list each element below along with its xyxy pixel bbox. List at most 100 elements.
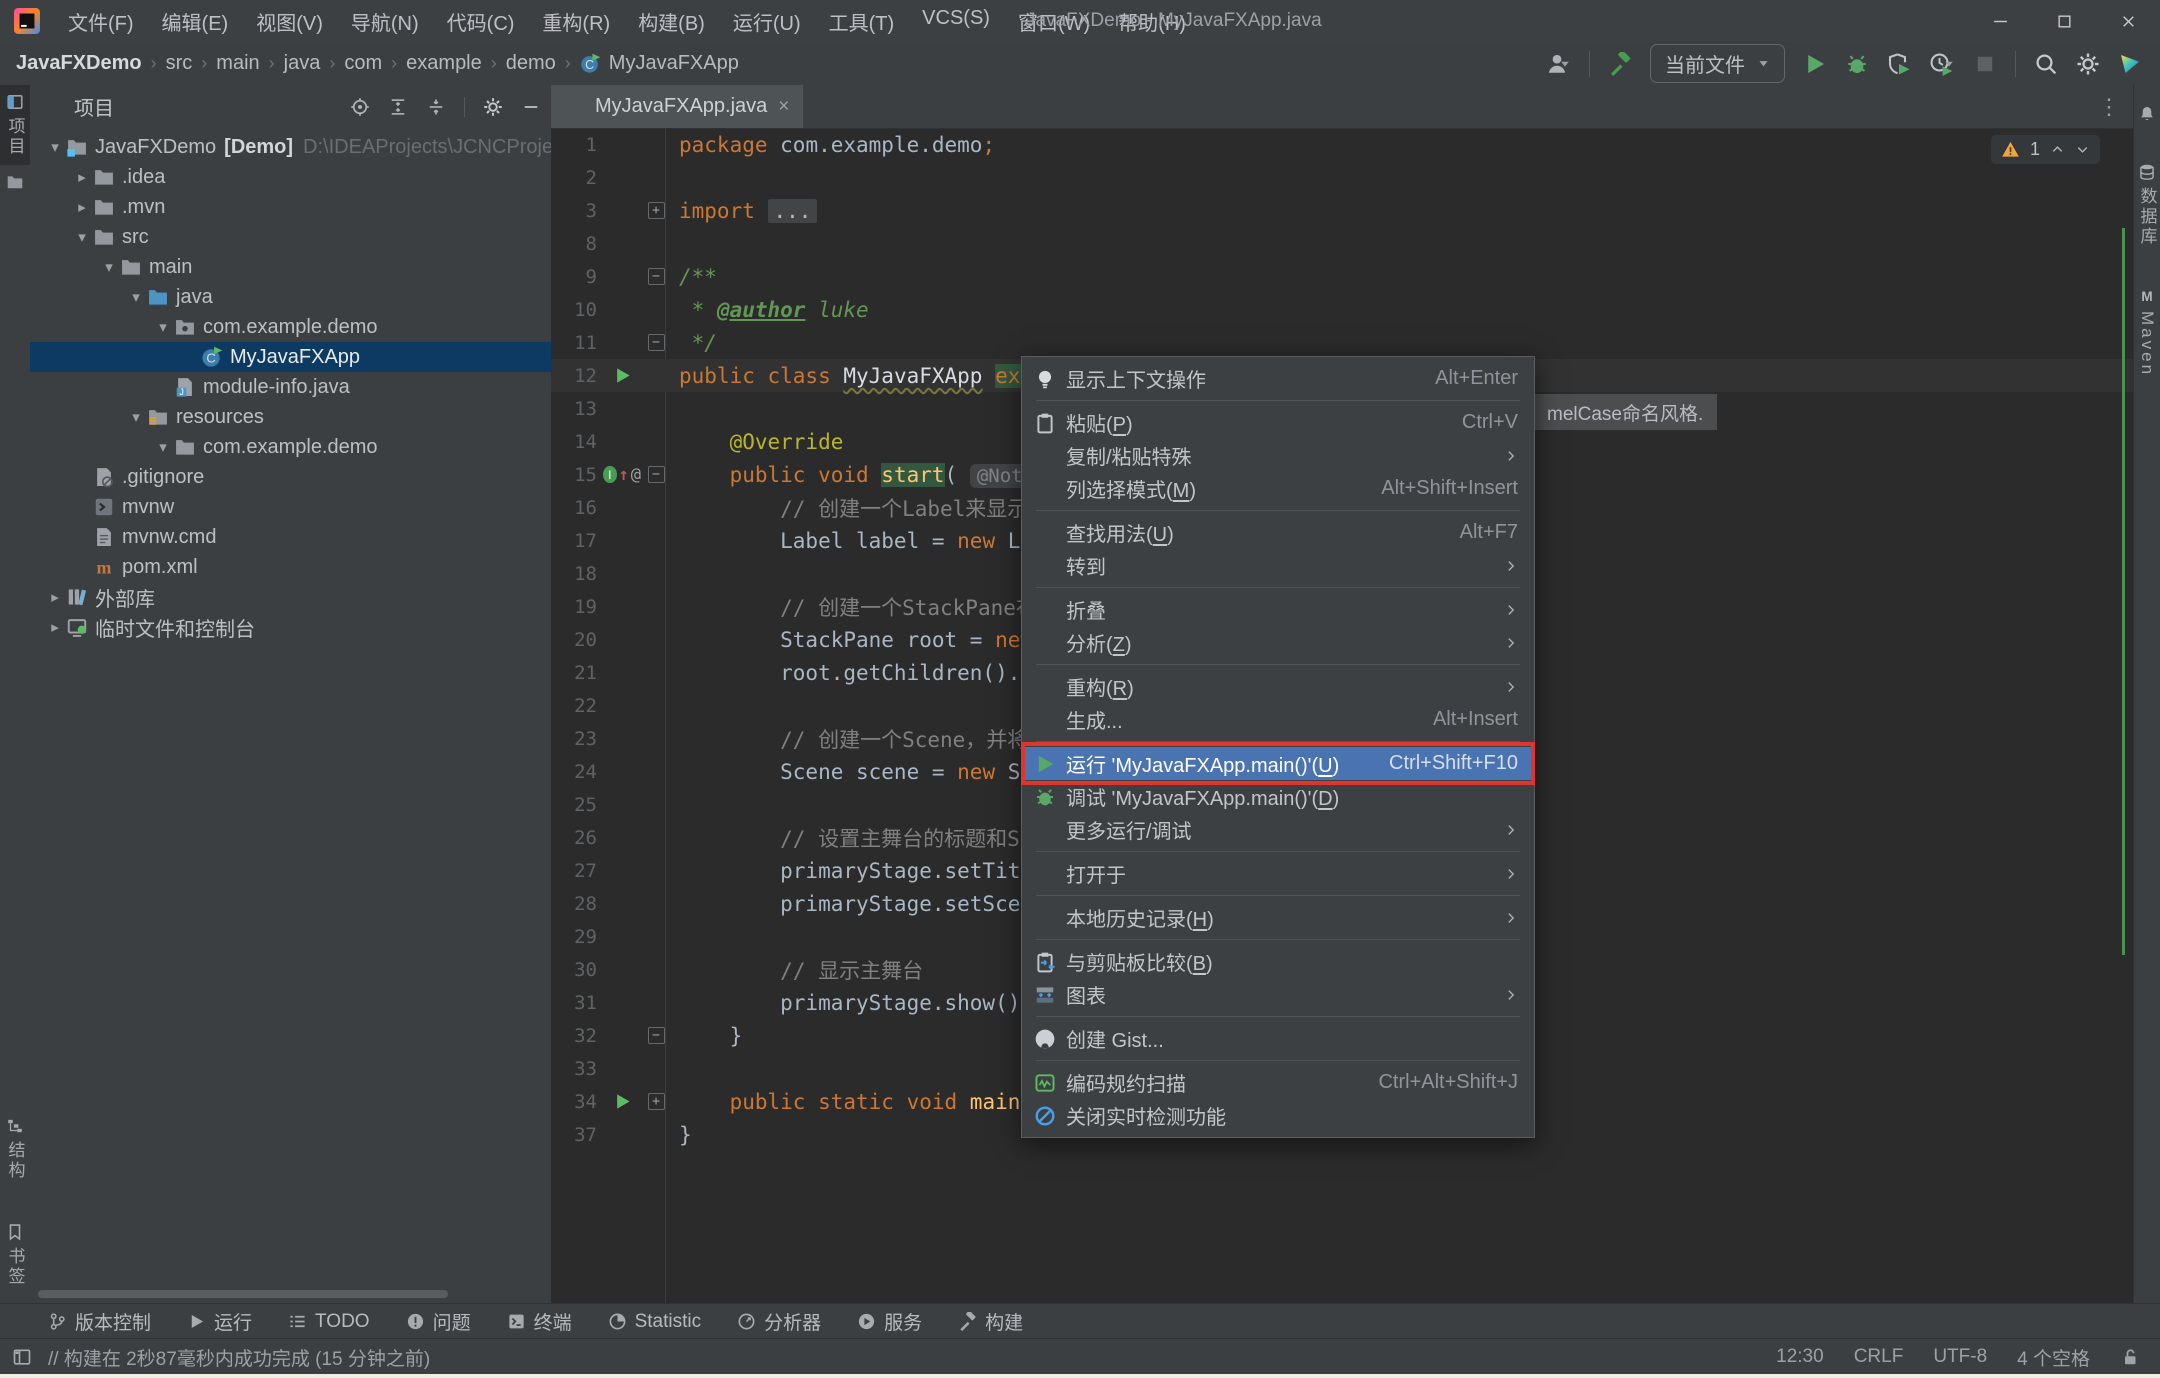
breadcrumb-item-JavaFXDemo[interactable]: JavaFXDemo [16,52,142,75]
menu-item-显示上下文操作[interactable]: 显示上下文操作Alt+Enter [1022,362,1534,395]
project-tree-hscrollbar[interactable] [38,1290,448,1298]
fold-plus-icon[interactable]: + [648,202,665,219]
debug-button[interactable] [1845,52,1869,76]
breadcrumb-item-example[interactable]: example [406,52,482,75]
editor-tab-myjavafxapp[interactable]: MyJavaFXApp.java × [551,85,803,128]
code-line-11[interactable]: 11− */ [551,326,2134,359]
gear-button[interactable] [2076,52,2100,76]
inspections-widget[interactable]: 1 [1991,135,2100,164]
fold-minus-icon[interactable]: − [648,1027,665,1044]
tree-item-外部库[interactable]: ▸外部库 [30,582,551,612]
tree-item-src[interactable]: ▾src [30,222,551,252]
menu-item-关闭实时检测功能[interactable]: 关闭实时检测功能 [1022,1099,1534,1132]
menu-9[interactable]: VCS(S) [910,3,1002,40]
shield-run-button[interactable] [1887,52,1911,76]
search-button[interactable] [2034,52,2058,76]
collapse-all-icon[interactable] [426,97,446,117]
expand-all-icon[interactable] [388,97,408,117]
menu-6[interactable]: 构建(B) [626,3,717,40]
hide-icon[interactable] [521,97,541,117]
run-line-icon[interactable] [613,1092,632,1111]
stripe-项目[interactable]: 项目 [0,85,30,165]
menu-1[interactable]: 编辑(E) [150,3,241,40]
toolwindow-问题[interactable]: 问题 [406,1308,471,1335]
menu-item-本地历史记录-H-[interactable]: 本地历史记录(H) [1022,901,1534,934]
hammer-green-button[interactable] [1608,52,1632,76]
tree-item-module-info.java[interactable]: Jmodule-info.java [30,372,551,402]
menu-8[interactable]: 工具(T) [817,3,907,40]
menu-0[interactable]: 文件(F) [56,3,146,40]
status-widget-UTF-8[interactable]: UTF-8 [1933,1346,1987,1368]
breadcrumb-item-demo[interactable]: demo [506,52,556,75]
menu-item-图表[interactable]: 图表 [1022,978,1534,1011]
stripe-数据库[interactable]: 数据库 [2132,155,2160,255]
menu-item-分析-Z-[interactable]: 分析(Z) [1022,626,1534,659]
tree-item-pom.xml[interactable]: mpom.xml [30,552,551,582]
status-widget-4 个空格[interactable]: 4 个空格 [2017,1344,2090,1371]
fold-plus-icon[interactable]: + [648,1093,665,1110]
tree-item-临时文件和控制台[interactable]: ▸临时文件和控制台 [30,612,551,642]
breadcrumb-item-MyJavaFXApp[interactable]: MyJavaFXApp [609,52,739,75]
toolwindow-运行[interactable]: 运行 [187,1308,252,1335]
chevron-down-icon[interactable]: ▾ [152,316,174,338]
tree-item-com.example.demo[interactable]: ▾com.example.demo [30,312,551,342]
toolwindow-Statistic[interactable]: Statistic [608,1311,702,1333]
stripe-folder[interactable] [0,165,30,199]
chevron-right-icon[interactable]: ▸ [71,196,93,218]
menu-item-转到[interactable]: 转到 [1022,549,1534,582]
fold-minus-icon[interactable]: − [648,334,665,351]
menu-item-更多运行-调试[interactable]: 更多运行/调试 [1022,813,1534,846]
code-line-3[interactable]: 3+import ... [551,194,2134,227]
locate-icon[interactable] [350,97,370,117]
tab-options-icon[interactable]: ⋮ [2084,85,2134,128]
chevron-down-icon[interactable]: ▾ [98,256,120,278]
chevron-down-icon[interactable]: ▾ [71,226,93,248]
toolwindow-构建[interactable]: 构建 [958,1308,1023,1335]
chevron-down-icon[interactable] [124,101,136,113]
menu-5[interactable]: 重构(R) [530,3,622,40]
run-button[interactable] [1803,52,1827,76]
stripe-结构[interactable]: 结构 [0,1109,30,1189]
stripe-书签[interactable]: 书签 [0,1215,30,1295]
menu-item-复制-粘贴特殊[interactable]: 复制/粘贴特殊 [1022,439,1534,472]
chevron-down-icon[interactable]: ▾ [125,406,147,428]
tree-item-.mvn[interactable]: ▸.mvn [30,192,551,222]
menu-item-运行-MyJavaFXApp-main-U-[interactable]: 运行 'MyJavaFXApp.main()'(U)Ctrl+Shift+F10 [1022,747,1534,780]
chevron-down-icon[interactable]: ▾ [44,136,66,158]
layout-icon[interactable] [12,1347,32,1367]
stripe-Maven[interactable]: MMaven [2132,279,2160,385]
toolwindow-分析器[interactable]: 分析器 [737,1308,821,1335]
code-line-2[interactable]: 2 [551,161,2134,194]
ide-logo-button[interactable] [2118,52,2142,76]
implement-marker-icon[interactable]: I [603,466,617,483]
user-button[interactable] [1545,52,1571,76]
menu-item-生成-[interactable]: 生成...Alt+Insert [1022,703,1534,736]
clock-run-button[interactable] [1929,52,1955,76]
menu-item-编码规约扫描[interactable]: 编码规约扫描Ctrl+Alt+Shift+J [1022,1066,1534,1099]
project-panel-title[interactable]: 项目 [74,92,114,121]
close-tab-icon[interactable]: × [778,96,789,118]
fold-minus-icon[interactable]: − [648,268,665,285]
menu-4[interactable]: 代码(C) [435,3,527,40]
run-line-icon[interactable] [613,366,632,385]
menu-item-列选择模式-M-[interactable]: 列选择模式(M)Alt+Shift+Insert [1022,472,1534,505]
menu-item-折叠[interactable]: 折叠 [1022,593,1534,626]
toolwindow-服务[interactable]: 服务 [857,1308,922,1335]
run-configuration-select[interactable]: 当前文件 [1650,44,1785,83]
stripe-bell[interactable] [2132,97,2160,131]
code-line-9[interactable]: 9−/** [551,260,2134,293]
tree-item-mvnw[interactable]: mvnw [30,492,551,522]
status-widget-12:30[interactable]: 12:30 [1776,1346,1824,1368]
chevron-right-icon[interactable]: ▸ [44,586,66,608]
tree-item-main[interactable]: ▾main [30,252,551,282]
tree-item-.gitignore[interactable]: .gitignore [30,462,551,492]
code-line-10[interactable]: 10 * @author luke [551,293,2134,326]
gear-icon[interactable] [483,97,503,117]
menu-item-重构-R-[interactable]: 重构(R) [1022,670,1534,703]
tree-item-MyJavaFXApp[interactable]: CMyJavaFXApp [30,342,551,372]
chevron-up-icon[interactable] [2050,142,2065,157]
chevron-right-icon[interactable]: ▸ [44,616,66,638]
code-line-1[interactable]: 1package com.example.demo; [551,128,2134,161]
tree-item-com.example.demo[interactable]: ▾com.example.demo [30,432,551,462]
tree-item-JavaFXDemo[interactable]: ▾JavaFXDemo[Demo]D:\IDEAProjects\JCNCPro… [30,132,551,162]
